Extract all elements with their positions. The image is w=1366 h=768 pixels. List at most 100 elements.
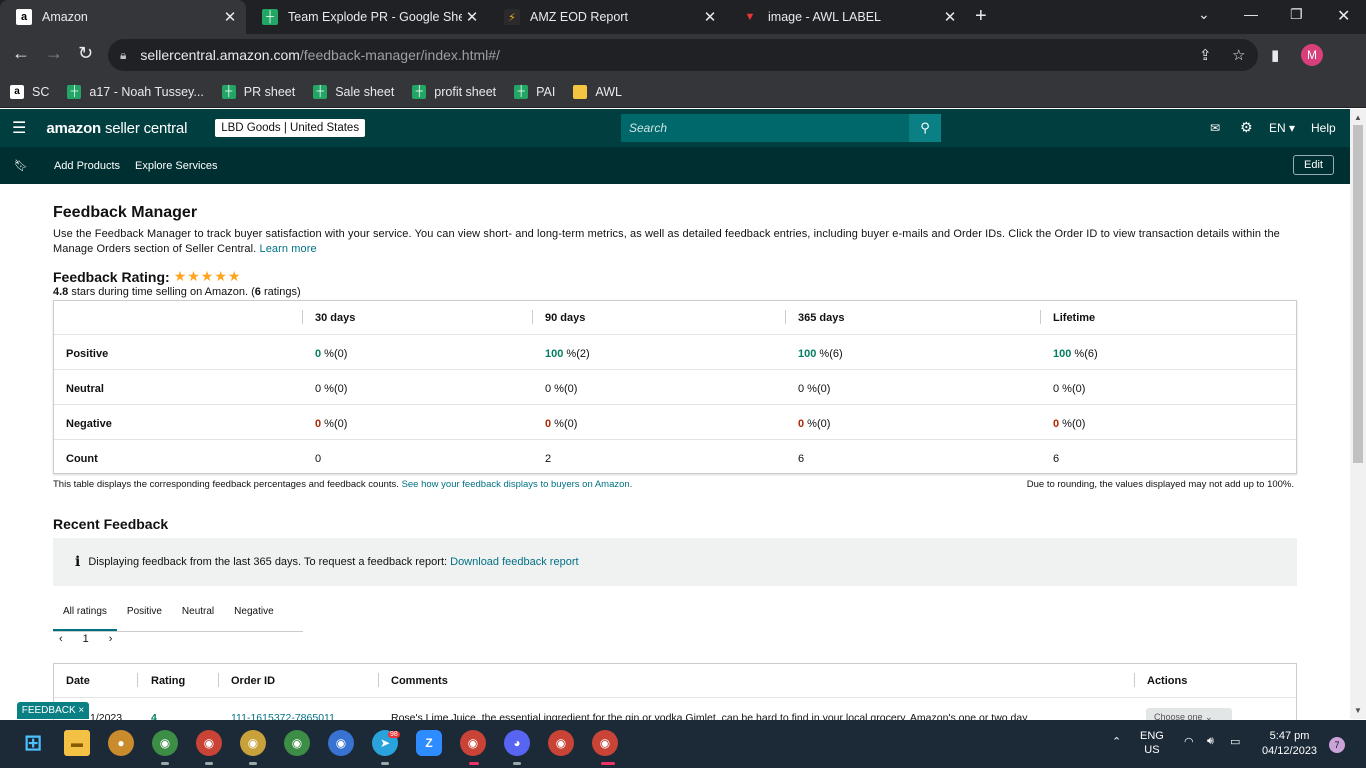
chrome-profile-m-active-icon[interactable]: ◉ [592, 730, 618, 756]
app-icon[interactable]: ● [108, 730, 134, 756]
windows-start-icon[interactable]: ⊞ [20, 730, 46, 756]
bookmark-icon[interactable]: 🔖︎ [14, 159, 28, 172]
bookmarks-bar: a SC ┼ a17 - Noah Tussey... ┼ PR sheet ┼ Sal… [0, 76, 1366, 108]
gear-icon[interactable]: ⚙ [1240, 119, 1253, 136]
tab-team-explode[interactable]: ┼ Team Explode PR - Google Sheet ✕ [246, 0, 488, 34]
bookmark-sale-sheet[interactable]: ┼ Sale sheet [313, 84, 395, 99]
chrome-active-icon[interactable]: ◉ [460, 730, 486, 756]
scroll-down-icon[interactable]: ▼ [1354, 706, 1362, 715]
close-tab-icon[interactable]: ✕ [940, 8, 960, 26]
reload-icon[interactable]: ↻ [78, 43, 93, 64]
minimize-icon[interactable]: — [1244, 6, 1258, 22]
recent-feedback-table: Date Rating Order ID Comments Actions 1/… [53, 663, 1297, 724]
new-tab-icon[interactable]: + [975, 5, 987, 28]
file-explorer-icon[interactable]: ▬ [64, 730, 90, 756]
info-icon: i [75, 554, 81, 570]
search-input[interactable]: Search [621, 114, 909, 142]
clock[interactable]: 5:47 pm 04/12/2023 [1262, 729, 1317, 759]
chrome-profile-j-icon[interactable]: ◉ [196, 730, 222, 756]
edit-button[interactable]: Edit [1293, 155, 1334, 175]
cell-suffix: %(0) [1059, 418, 1086, 430]
scroll-up-icon[interactable]: ▲ [1354, 113, 1362, 122]
explore-services-link[interactable]: Explore Services [135, 160, 218, 172]
bookmark-pr-sheet[interactable]: ┼ PR sheet [221, 84, 295, 99]
close-tab-icon[interactable]: ✕ [462, 8, 482, 26]
column-date: Date [66, 675, 90, 687]
share-icon[interactable]: ⇪ [1199, 46, 1212, 64]
bookmark-label: Sale sheet [335, 84, 395, 99]
chrome-profile-icon[interactable]: ◉ [548, 730, 574, 756]
bookmark-profit-sheet[interactable]: ┼ profit sheet [412, 84, 496, 99]
battery-icon[interactable]: ▭ [1230, 735, 1240, 748]
close-window-icon[interactable]: ✕ [1337, 6, 1350, 26]
hamburger-menu-icon[interactable]: ☰ [12, 118, 26, 138]
bookmark-awl[interactable]: AWL [573, 84, 622, 99]
cell-value: 0 [315, 453, 322, 465]
scrollbar-thumb[interactable] [1353, 125, 1363, 463]
seller-central-logo[interactable]: amazon seller central [46, 120, 187, 137]
tab-eod-report[interactable]: ⚡ AMZ EOD Report ✕ [488, 0, 726, 34]
rating-cell: 0 %(0) [315, 418, 347, 430]
feedback-rating-heading: Feedback Rating: ★★★★★ [53, 268, 241, 285]
language-selector[interactable]: EN ▾ [1269, 121, 1295, 135]
tab-all-ratings[interactable]: All ratings [53, 602, 117, 631]
note-link[interactable]: See how your feedback displays to buyers… [402, 479, 633, 490]
tab-neutral[interactable]: Neutral [172, 602, 224, 631]
row-label: Negative [66, 418, 112, 430]
chrome-profile-icon[interactable]: ◉ [284, 730, 310, 756]
profile-avatar[interactable]: M [1301, 44, 1323, 66]
bookmark-a17[interactable]: ┼ a17 - Noah Tussey... [67, 84, 204, 99]
rating-cell: 100 %(6) [798, 348, 843, 360]
tab-awl-label[interactable]: ▼ image - AWL LABEL ✕ [726, 0, 966, 34]
back-icon[interactable]: ← [12, 43, 30, 64]
tab-positive[interactable]: Positive [117, 602, 172, 631]
add-products-link[interactable]: Add Products [54, 160, 120, 172]
forward-icon[interactable]: → [45, 43, 63, 64]
restore-icon[interactable]: ❐ [1290, 6, 1303, 23]
wifi-icon[interactable]: ◠ [1184, 735, 1194, 748]
zoom-icon[interactable]: Z [416, 730, 442, 756]
close-tab-icon[interactable]: ✕ [700, 8, 720, 26]
rating-cell: 0 %(0) [798, 418, 830, 430]
next-page-icon[interactable]: › [109, 633, 113, 645]
prev-page-icon[interactable]: ‹ [59, 633, 63, 645]
page-number[interactable]: 1 [83, 633, 89, 645]
language-indicator[interactable]: ENG US [1140, 729, 1164, 757]
tab-search-chevron-icon[interactable]: ⌄ [1198, 6, 1210, 23]
language-label: EN [1269, 121, 1286, 135]
rating-row-neutral: Neutral 0 %(0) 0 %(0) 0 %(0) 0 %(0) [54, 370, 1296, 405]
notification-badge[interactable]: 7 [1329, 737, 1345, 753]
recent-table-header: Date Rating Order ID Comments Actions [54, 664, 1296, 698]
mail-icon[interactable]: ✉ [1210, 121, 1220, 135]
page-scrollbar[interactable]: ▲ ▼ [1350, 109, 1366, 719]
bookmark-sc[interactable]: a SC [10, 84, 49, 99]
discord-icon[interactable]: ◕ [504, 730, 530, 756]
column-actions: Actions [1147, 675, 1188, 687]
tab-amazon[interactable]: a Amazon ✕ [0, 0, 246, 34]
chrome-icon[interactable]: ◉ [328, 730, 354, 756]
rating-cell: 0 %(0) [798, 383, 830, 395]
rating-stars: ★★★★★ [173, 268, 242, 284]
download-report-link[interactable]: Download feedback report [450, 556, 578, 568]
bookmark-pai[interactable]: ┼ PAI [514, 84, 555, 99]
chrome-profile-b-icon[interactable]: ◉ [152, 730, 178, 756]
column-90-days: 90 days [545, 312, 586, 324]
tab-negative[interactable]: Negative [224, 602, 283, 631]
browser-tab-strip: a Amazon ✕ ┼ Team Explode PR - Google Sh… [0, 0, 1366, 34]
volume-icon[interactable]: 🔊︎ [1207, 735, 1214, 748]
table-header-row: 30 days 90 days 365 days Lifetime [54, 301, 1296, 335]
show-hidden-icons[interactable]: ⌃ [1112, 735, 1121, 748]
bookmark-star-icon[interactable]: ☆ [1232, 46, 1245, 64]
store-switcher[interactable]: LBD Goods | United States [215, 119, 366, 137]
chrome-profile-m-icon[interactable]: ◉ [240, 730, 266, 756]
cell-value: 100 [1053, 348, 1072, 360]
sheets-icon: ┼ [67, 84, 82, 99]
close-tab-icon[interactable]: ✕ [220, 8, 240, 26]
search-icon[interactable]: ⚲ [909, 114, 941, 142]
help-link[interactable]: Help [1311, 121, 1336, 135]
address-bar[interactable]: 🔒︎ sellercentral.amazon.com/feedback-man… [108, 39, 1258, 71]
side-panel-icon[interactable]: ▮ [1271, 46, 1279, 64]
feedback-button[interactable]: FEEDBACK × [17, 702, 89, 719]
learn-more-link[interactable]: Learn more [259, 243, 316, 255]
cell-suffix: %(0) [321, 383, 348, 395]
